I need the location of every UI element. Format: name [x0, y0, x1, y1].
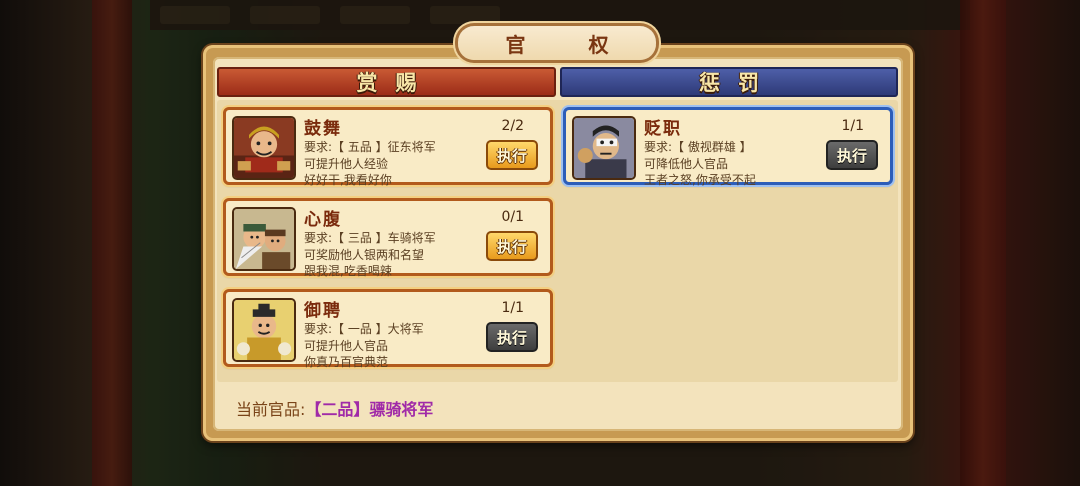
- card-usage-count: 2/2: [501, 118, 524, 134]
- execute-button-bianzhi[interactable]: 执行: [826, 140, 878, 170]
- current-rank-label: 当前官品:: [236, 400, 306, 419]
- tab-punish[interactable]: 惩罚: [560, 67, 898, 97]
- portrait-xinfu: [232, 207, 296, 271]
- card-effect: 可提升他人官品: [304, 339, 389, 353]
- punish-card-bianzhi: 贬职 要求:【 傲视群雄 】 可降低他人官品 王者之怒,你承受不起 1/1 执行: [563, 107, 893, 187]
- dialog-title: 官 权: [505, 32, 637, 57]
- card-effect: 可降低他人官品: [644, 157, 729, 171]
- card-usage-count: 1/1: [841, 118, 864, 134]
- portrait-guwu: [232, 116, 296, 180]
- card-effect: 可提升他人经验: [304, 157, 389, 171]
- card-name: 贬职: [644, 119, 682, 139]
- tab-reward[interactable]: 赏赐: [217, 67, 556, 97]
- card-quote: 王者之怒,你承受不起: [644, 173, 756, 187]
- card-requirement: 要求:【 傲视群雄 】: [644, 140, 752, 154]
- portrait-yupin: [232, 298, 296, 362]
- execute-button-xinfu[interactable]: 执行: [486, 231, 538, 261]
- card-usage-count: 1/1: [501, 300, 524, 316]
- card-usage-count: 0/1: [501, 209, 524, 225]
- reward-card-xinfu: 心腹 要求:【 三品 】车骑将军 可奖励他人银两和名望 跟我混,吃香喝辣 0/1…: [223, 198, 553, 278]
- card-requirement: 要求:【 三品 】车骑将军: [304, 231, 436, 245]
- card-quote: 好好干,我看好你: [304, 173, 392, 187]
- card-name: 鼓舞: [304, 119, 342, 139]
- card-requirement: 要求:【 五品 】征东将军: [304, 140, 436, 154]
- card-effect: 可奖励他人银两和名望: [304, 248, 425, 262]
- execute-button-guwu[interactable]: 执行: [486, 140, 538, 170]
- portrait-bianzhi: [572, 116, 636, 180]
- card-requirement: 要求:【 一品 】大将军: [304, 322, 424, 336]
- current-rank-value: 【二品】骠骑将军: [305, 400, 434, 419]
- reward-card-yupin: 御聘 要求:【 一品 】大将军 可提升他人官品 你真乃百官典范 1/1 执行: [223, 289, 553, 369]
- reward-card-guwu: 鼓舞 要求:【 五品 】征东将军 可提升他人经验 好好干,我看好你 2/2 执行: [223, 107, 553, 187]
- card-quote: 你真乃百官典范: [304, 355, 389, 369]
- execute-button-yupin[interactable]: 执行: [486, 322, 538, 352]
- current-rank-display: 当前官品:【二品】骠骑将军: [236, 396, 433, 420]
- dialog-title-plate: 官 权: [458, 26, 656, 60]
- card-name: 御聘: [304, 301, 342, 321]
- card-name: 心腹: [304, 210, 342, 230]
- card-quote: 跟我混,吃香喝辣: [304, 264, 392, 278]
